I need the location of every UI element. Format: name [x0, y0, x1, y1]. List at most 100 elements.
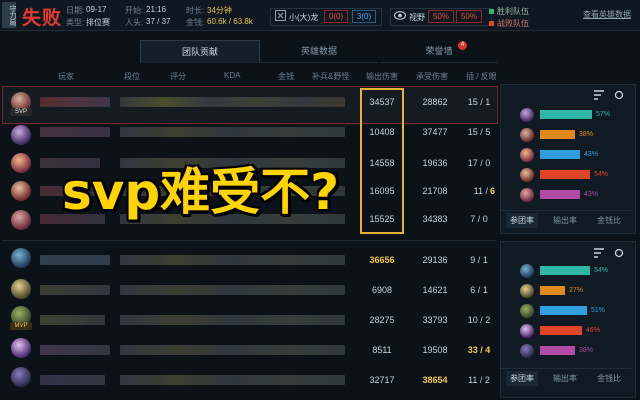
taken-value: 33793	[422, 315, 448, 325]
start-label: 开始:	[125, 6, 144, 15]
sort-icon[interactable]	[593, 90, 605, 100]
col-kda: KDA	[224, 71, 241, 80]
participation-pct: 57%	[596, 111, 611, 118]
stats-blurred	[120, 255, 345, 265]
wards-value: 7 / 0	[470, 214, 488, 224]
damage-value: 8511	[372, 345, 392, 355]
taken-value: 19636	[422, 158, 448, 168]
player-avatar[interactable]	[11, 210, 31, 230]
player-avatar[interactable]	[11, 181, 31, 201]
participation-pct: 54%	[594, 171, 609, 178]
participation-pct: 43%	[584, 151, 599, 158]
player-avatar[interactable]	[11, 125, 31, 145]
mini-avatar	[520, 148, 534, 162]
player-avatar[interactable]	[11, 248, 31, 268]
dragon-count-red: 0(0)	[324, 10, 348, 23]
stats-blurred	[120, 345, 345, 355]
wards-value: 11 / 2	[468, 375, 490, 385]
tab-gold-share[interactable]: 金钱比	[597, 373, 621, 384]
start-value: 21:16	[146, 5, 167, 14]
player-name-blurred	[40, 315, 105, 325]
taken-value: 38654	[422, 375, 448, 385]
eye-icon	[394, 11, 406, 20]
player-avatar[interactable]	[11, 279, 31, 299]
meme-caption: svp难受不?	[62, 163, 340, 221]
col-gold: 金钱	[278, 72, 294, 81]
wards-value: 10 / 2	[467, 315, 491, 325]
gold-label: 金钱:	[186, 18, 205, 27]
participation-bar	[540, 266, 590, 275]
dragon-icon	[275, 10, 286, 21]
damage-value: 36656	[369, 255, 395, 265]
col-damage: 输出伤害	[366, 72, 398, 81]
participation-pct: 27%	[569, 287, 584, 294]
svp-badge: SVP	[10, 108, 32, 116]
col-taken: 承受伤害	[416, 72, 448, 81]
participation-pct: 38%	[579, 131, 594, 138]
player-avatar[interactable]	[11, 367, 31, 387]
tab-damage-share[interactable]: 输出率	[553, 215, 577, 226]
taken-value: 28862	[422, 97, 448, 107]
player-avatar[interactable]	[11, 338, 31, 358]
col-rank: 段位	[124, 72, 140, 81]
player-name-blurred	[40, 345, 110, 355]
col-player: 玩家	[58, 72, 74, 81]
taken-value: 19508	[422, 345, 448, 355]
panel-divider	[501, 368, 633, 369]
tab-participation[interactable]: 参团率	[506, 371, 538, 386]
player-name-blurred	[40, 255, 110, 265]
player-name-blurred	[40, 285, 110, 295]
win-team-label: 胜利队伍	[497, 7, 529, 16]
toggle-icon[interactable]	[614, 248, 624, 258]
participation-pct: 54%	[594, 267, 609, 274]
type-value: 排位赛	[86, 18, 110, 27]
player-avatar[interactable]	[11, 153, 31, 173]
participation-pct: 46%	[586, 327, 601, 334]
participation-bar	[540, 190, 580, 199]
wards-value: 33 / 4	[467, 345, 491, 355]
stats-blurred	[120, 285, 345, 295]
tab-honor-wall[interactable]: 荣誉墙	[380, 40, 498, 63]
taken-value: 37477	[422, 127, 448, 137]
mini-avatar	[520, 344, 534, 358]
wards-value: 6 / 1	[470, 285, 488, 295]
mini-avatar	[520, 324, 534, 338]
tab-bar: 团队贡献 英雄数据 荣誉墙 4	[140, 40, 500, 63]
col-score: 评分	[170, 72, 186, 81]
panel-divider	[501, 210, 633, 211]
gold-value: 60.6k / 63.8k	[207, 17, 253, 26]
participation-bar	[540, 150, 580, 159]
participation-bar	[540, 110, 592, 119]
participation-bar	[540, 306, 587, 315]
view-hero-data-link[interactable]: 查看英雄数据	[583, 9, 631, 20]
type-label: 类型:	[66, 18, 85, 27]
participation-bar	[540, 326, 582, 335]
mvp-badge: MVP	[10, 322, 32, 330]
date-value: 09-17	[86, 5, 107, 14]
tab-participation[interactable]: 参团率	[506, 213, 538, 228]
wards-value: 9 / 1	[470, 255, 488, 265]
date-label: 日期:	[66, 6, 85, 15]
participation-bar	[540, 286, 565, 295]
wards-value: 15 / 5	[467, 127, 491, 137]
mini-avatar	[520, 284, 534, 298]
participation-pct: 51%	[591, 307, 606, 314]
participation-bar	[540, 346, 575, 355]
wards-highlight: 6	[490, 186, 496, 196]
tab-damage-share[interactable]: 输出率	[553, 373, 577, 384]
brand-tag: 守力局	[2, 2, 16, 28]
damage-value: 28275	[369, 315, 395, 325]
lose-team-label: 战败队伍	[497, 19, 529, 28]
sort-icon[interactable]	[593, 248, 605, 258]
taken-value: 29136	[422, 255, 448, 265]
tab-team-contribution[interactable]: 团队贡献	[140, 40, 260, 63]
player-name-blurred	[40, 375, 105, 385]
tab-gold-share[interactable]: 金钱比	[597, 215, 621, 226]
taken-value: 21708	[422, 186, 448, 196]
toggle-icon[interactable]	[614, 90, 624, 100]
stats-blurred	[120, 127, 345, 137]
win-team-dot	[489, 9, 494, 14]
mini-avatar	[520, 168, 534, 182]
stats-blurred	[120, 97, 345, 107]
tab-hero-data[interactable]: 英雄数据	[260, 40, 378, 63]
